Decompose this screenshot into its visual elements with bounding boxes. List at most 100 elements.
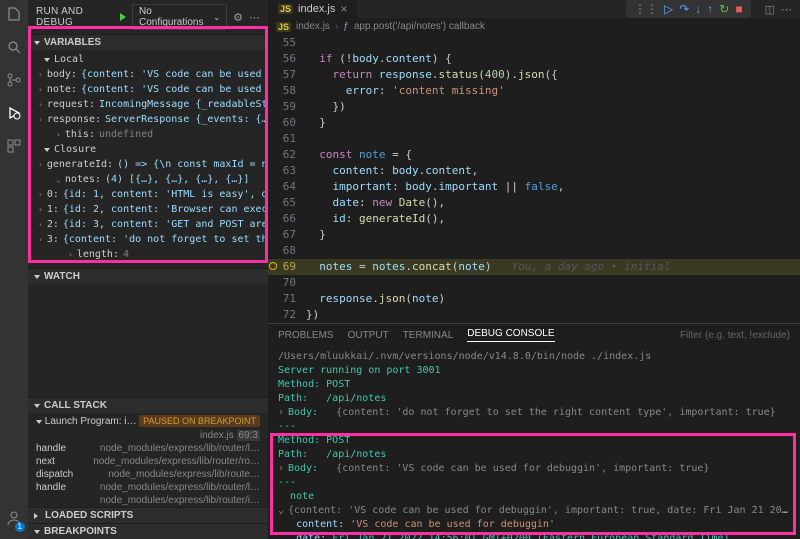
code-line[interactable]: 72}) (268, 307, 800, 323)
code-line[interactable]: 55 (268, 35, 800, 51)
sidebar-title: RUN AND DEBUG (36, 6, 114, 28)
bottom-panel: PROBLEMS OUTPUT TERMINAL DEBUG CONSOLE F… (268, 323, 800, 539)
code-line[interactable]: 56 if (!body.content) { (268, 51, 800, 67)
step-out-icon[interactable]: ↑ (707, 2, 713, 16)
close-icon[interactable]: × (340, 2, 347, 16)
section-callstack[interactable]: CALL STACK (28, 397, 268, 413)
scope-local[interactable]: Local (28, 52, 268, 67)
restart-icon[interactable]: ↻ (719, 2, 729, 16)
js-file-icon: JS (276, 22, 291, 32)
code-line[interactable]: 71 response.json(note) (268, 291, 800, 307)
variable-row[interactable]: › body: {content: 'VS code can be used f… (28, 67, 268, 82)
code-line[interactable]: 63 content: body.content, (268, 163, 800, 179)
callstack-frame[interactable]: nextnode_modules/express/lib/router/ro… (28, 455, 268, 468)
scm-icon[interactable] (6, 72, 22, 91)
code-editor[interactable]: 5556 if (!body.content) {57 return respo… (268, 35, 800, 323)
callstack-frame[interactable]: handlenode_modules/express/lib/router/l… (28, 442, 268, 455)
tab-more-icon[interactable]: ⋯ (781, 3, 792, 16)
variable-row[interactable]: › note: {content: 'VS code can be used f… (28, 82, 268, 97)
debug-toolbar: ⋮⋮ ▷ ↷ ↓ ↑ ↻ ■ (626, 0, 751, 18)
breadcrumb[interactable]: JS index.js › ƒ app.post('/api/notes') c… (268, 18, 800, 35)
variable-row[interactable]: › response: ServerResponse {_events: {…}… (28, 112, 268, 127)
variable-row[interactable]: › request: IncomingMessage {_readableSta… (28, 97, 268, 112)
more-icon[interactable]: ⋯ (249, 11, 260, 24)
console-path: /Users/mluukkai/.nvm/versions/node/v14.8… (278, 350, 790, 364)
continue-icon[interactable]: ▷ (664, 2, 673, 16)
variable-row[interactable]: › length: 4 (28, 247, 268, 262)
activity-bar: 1 (0, 0, 28, 539)
tab-bar: JS index.js × ⋮⋮ ▷ ↷ ↓ ↑ ↻ ■ ◫ ⋯ (268, 0, 800, 18)
variable-row[interactable]: › 3: {content: 'do not forget to set the… (28, 232, 268, 247)
variable-row[interactable]: › this: undefined (28, 127, 268, 142)
split-editor-icon[interactable]: ◫ (765, 3, 775, 16)
tab-problems[interactable]: PROBLEMS (278, 330, 334, 341)
code-line[interactable]: 61 (268, 131, 800, 147)
console-line: --- (278, 476, 790, 490)
console-line: ›Body: {content: 'VS code can be used fo… (278, 462, 790, 476)
callstack-thread[interactable]: Launch Program: i… PAUSED ON BREAKPOINT (28, 413, 268, 429)
variable-row[interactable]: › generateId: () => {\n const maxId = no… (28, 157, 268, 172)
variable-row[interactable]: ⌄ notes: (4) [{…}, {…}, {…}, {…}] (28, 172, 268, 187)
console-line: content: 'VS code can be used for debugg… (278, 518, 790, 532)
console-line: ›Body: {content: 'do not forget to set t… (278, 406, 790, 420)
scope-closure[interactable]: Closure (28, 142, 268, 157)
code-line[interactable]: 58 error: 'content missing' (268, 83, 800, 99)
code-line[interactable]: 62 const note = { (268, 147, 800, 163)
tab-terminal[interactable]: TERMINAL (403, 330, 454, 341)
console-line: Server running on port 3001 (278, 364, 790, 378)
code-line[interactable]: 69 notes = notes.concat(note)You, a day … (268, 259, 800, 275)
console-line: ⌄{content: 'VS code can be used for debu… (278, 504, 790, 518)
console-line: Path: /api/notes (278, 448, 790, 462)
code-line[interactable]: 60 } (268, 115, 800, 131)
console-line: Method: POST (278, 378, 790, 392)
extensions-icon[interactable] (6, 138, 22, 157)
callstack-frame[interactable]: index.js 69:3 (28, 429, 268, 442)
code-line[interactable]: 64 important: body.important || false, (268, 179, 800, 195)
step-over-icon[interactable]: ↷ (679, 2, 689, 16)
callstack-frame[interactable]: node_modules/express/lib/router/i… (28, 494, 268, 507)
tab-label: index.js (298, 3, 335, 15)
config-dropdown[interactable]: No Configurations ⌄ (132, 4, 227, 30)
console-filter-input[interactable]: Filter (e.g. text, !exclude) (680, 330, 790, 341)
console-line: Path: /api/notes (278, 392, 790, 406)
console-line: --- (278, 420, 790, 434)
explorer-icon[interactable] (6, 6, 22, 25)
section-loaded-scripts[interactable]: LOADED SCRIPTS (28, 507, 268, 523)
section-variables[interactable]: VARIABLES (28, 34, 268, 50)
console-line: note (278, 490, 790, 504)
variable-row[interactable]: › 2: {id: 3, content: 'GET and POST are … (28, 217, 268, 232)
callstack-frame[interactable]: dispatchnode_modules/express/lib/route… (28, 468, 268, 481)
method-icon: ƒ (343, 21, 349, 32)
code-line[interactable]: 57 return response.status(400).json({ (268, 67, 800, 83)
stop-icon[interactable]: ■ (735, 2, 742, 16)
gear-icon[interactable]: ⚙ (233, 11, 243, 24)
debug-console[interactable]: /Users/mluukkai/.nvm/versions/node/v14.8… (268, 346, 800, 539)
code-line[interactable]: 70 (268, 275, 800, 291)
breakpoint-icon[interactable] (269, 262, 277, 270)
console-line: date: Fri Jan 21 2022 14:56:01 GMT+0200 … (278, 532, 790, 539)
code-line[interactable]: 65 date: new Date(), (268, 195, 800, 211)
section-breakpoints[interactable]: BREAKPOINTS (28, 523, 268, 539)
sidebar: RUN AND DEBUG No Configurations ⌄ ⚙ ⋯ VA… (28, 0, 268, 539)
code-line[interactable]: 59 }) (268, 99, 800, 115)
code-line[interactable]: 68 (268, 243, 800, 259)
js-file-icon: JS (278, 4, 293, 14)
accounts-icon[interactable]: 1 (6, 510, 22, 529)
run-debug-header: RUN AND DEBUG No Configurations ⌄ ⚙ ⋯ (28, 0, 268, 34)
tab-debug-console[interactable]: DEBUG CONSOLE (467, 328, 554, 342)
paused-badge: PAUSED ON BREAKPOINT (139, 415, 260, 427)
tab-index-js[interactable]: JS index.js × (268, 0, 357, 18)
debug-icon[interactable] (6, 105, 22, 124)
code-line[interactable]: 66 id: generateId(), (268, 211, 800, 227)
code-line[interactable]: 67 } (268, 227, 800, 243)
callstack-frame[interactable]: handlenode_modules/express/lib/router/l… (28, 481, 268, 494)
search-icon[interactable] (6, 39, 22, 58)
tab-output[interactable]: OUTPUT (348, 330, 389, 341)
start-debug-icon[interactable] (120, 13, 126, 21)
section-watch[interactable]: WATCH (28, 268, 268, 284)
step-into-icon[interactable]: ↓ (695, 2, 701, 16)
editor-area: JS index.js × ⋮⋮ ▷ ↷ ↓ ↑ ↻ ■ ◫ ⋯ JS inde… (268, 0, 800, 539)
variable-row[interactable]: › 0: {id: 1, content: 'HTML is easy', da… (28, 187, 268, 202)
variable-row[interactable]: › 1: {id: 2, content: 'Browser can execu… (28, 202, 268, 217)
variables-tree: Local › body: {content: 'VS code can be … (28, 50, 268, 268)
